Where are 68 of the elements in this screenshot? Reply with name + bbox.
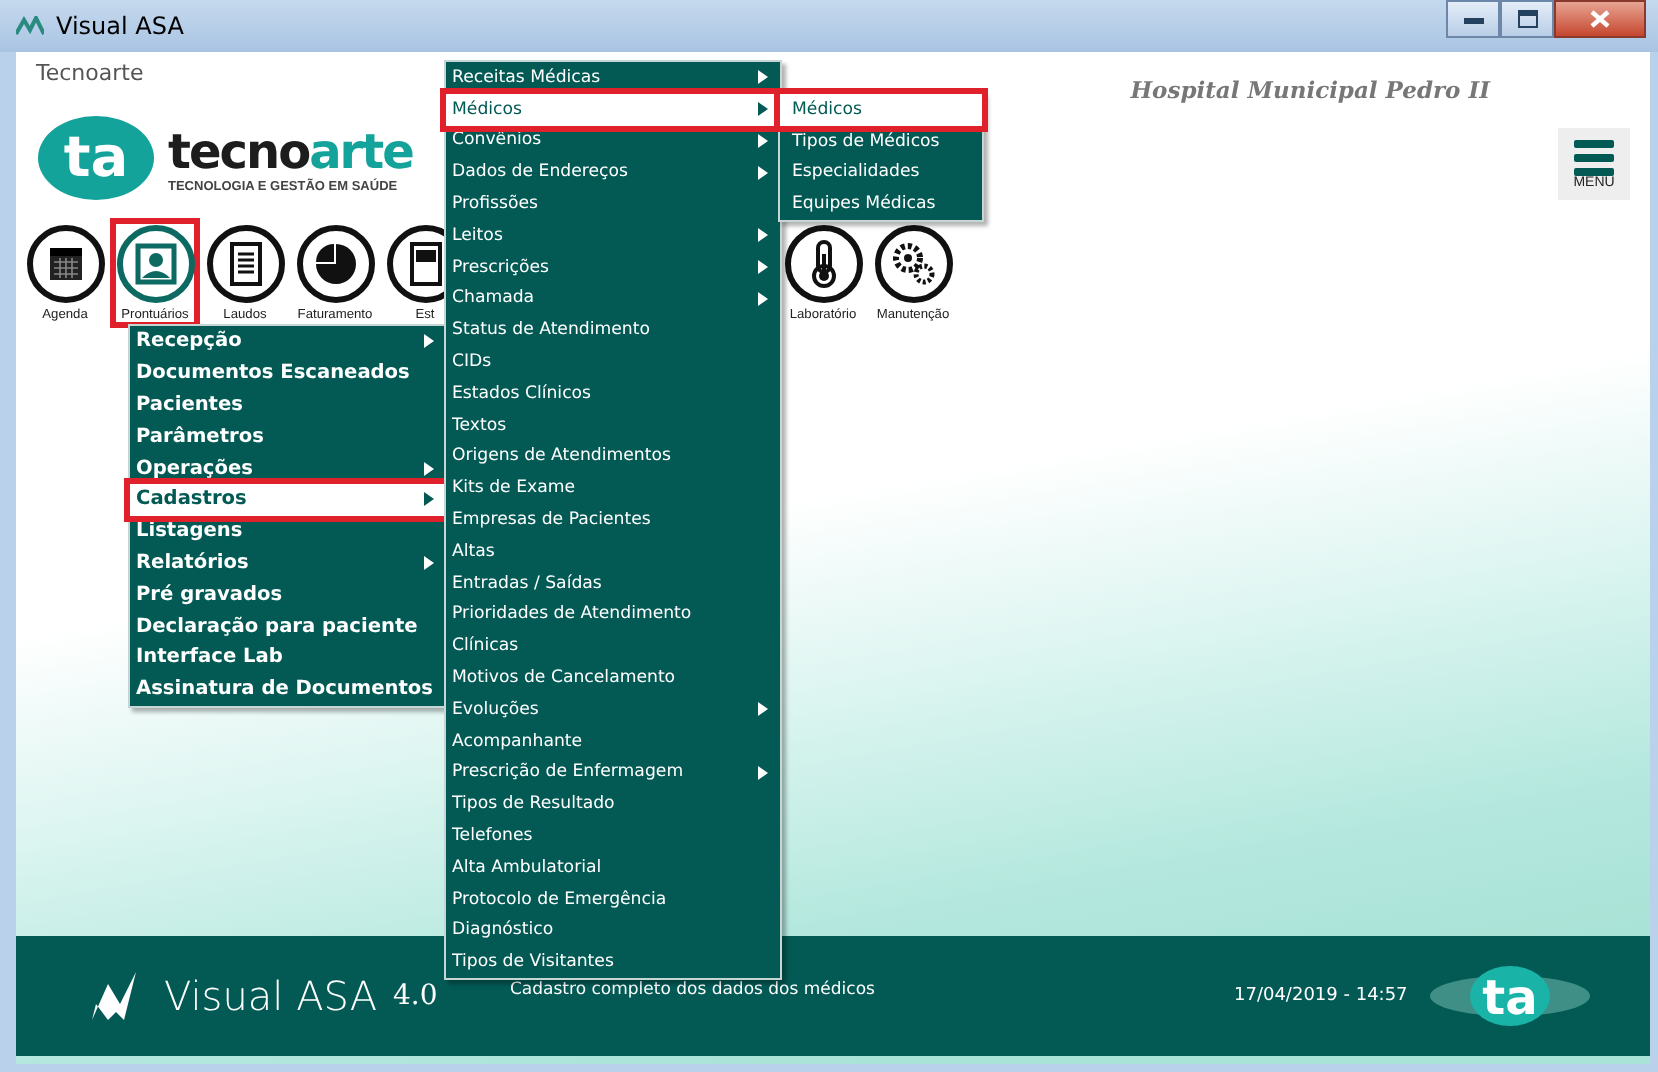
menu-item[interactable]: Assinatura de Documentos	[130, 673, 446, 706]
menu-item[interactable]: Pacientes	[130, 389, 446, 421]
minimize-button[interactable]	[1446, 0, 1500, 38]
menu-item[interactable]: Status de Atendimento	[446, 314, 780, 347]
menu-item[interactable]: Listagens	[130, 515, 446, 548]
gears-icon	[873, 224, 953, 304]
menu-item[interactable]: Leitos	[446, 219, 780, 252]
hospital-name: Hospital Municipal Pedro II	[1130, 76, 1490, 104]
menu-item[interactable]: Prescrição de Enfermagem	[446, 757, 780, 789]
date-time: 17/04/2019 - 14:57	[1234, 986, 1408, 1006]
close-button[interactable]	[1554, 0, 1646, 38]
menu-item[interactable]: Kits de Exame	[446, 472, 780, 505]
maximize-button[interactable]	[1500, 0, 1554, 38]
menu-item[interactable]: Médicos	[780, 94, 982, 126]
menu-item[interactable]: Declaração para paciente	[130, 610, 446, 642]
menu-item[interactable]: Estados Clínicos	[446, 377, 780, 410]
company-label: Tecnoarte	[36, 60, 144, 86]
menu-item[interactable]: Parâmetros	[130, 420, 446, 453]
menu-item[interactable]: Chamada	[446, 283, 780, 315]
menu-item[interactable]: Tipos de Médicos	[780, 125, 982, 158]
menu-item[interactable]: Especialidades	[780, 157, 982, 189]
menu-item[interactable]: Prioridades de Atendimento	[446, 599, 780, 631]
thermometer-icon	[783, 224, 863, 304]
logo-icon: ta	[36, 114, 156, 202]
menu-item[interactable]: Clínicas	[446, 630, 780, 663]
product-version: 4.0	[393, 980, 438, 1012]
menu-item[interactable]: Alta Ambulatorial	[446, 851, 780, 884]
menu-item[interactable]: Documentos Escaneados	[130, 357, 446, 390]
calendar-icon	[25, 224, 105, 304]
menu-item[interactable]: CIDs	[446, 346, 780, 378]
menu-item[interactable]: Diagnóstico	[446, 915, 780, 947]
menu-item[interactable]: Profissões	[446, 188, 780, 220]
menu-item[interactable]: Origens de Atendimentos	[446, 441, 780, 473]
menu-item[interactable]: Motivos de Cancelamento	[446, 662, 780, 694]
portrait-icon	[115, 224, 195, 304]
menu-item[interactable]: Textos	[446, 409, 780, 442]
menu-item[interactable]: Telefones	[446, 820, 780, 852]
app-icon	[16, 16, 44, 36]
menu-icon	[1574, 139, 1614, 175]
menu-item[interactable]: Pré gravados	[130, 578, 446, 611]
menu-item[interactable]: Equipes Médicas	[780, 188, 982, 221]
product-name: Visual ASA	[164, 972, 377, 1020]
maximize-icon	[1517, 10, 1537, 28]
menu-item[interactable]: Tipos de Visitantes	[446, 946, 780, 979]
document-icon	[205, 224, 285, 304]
menu-item[interactable]: Altas	[446, 535, 780, 568]
close-icon	[1590, 10, 1610, 28]
menu-item[interactable]: Interface Lab	[130, 641, 446, 674]
menu-item[interactable]: Convênios	[446, 125, 780, 157]
menu-item[interactable]: Protocolo de Emergência	[446, 883, 780, 916]
status-text: Cadastro completo dos dados dos médicos	[510, 980, 875, 1000]
menu-item[interactable]: Acompanhante	[446, 725, 780, 758]
menu-item[interactable]: Cadastros	[130, 483, 446, 516]
logo-wordmark: tecnoarte	[168, 123, 413, 179]
menu-item[interactable]: Dados de Endereços	[446, 156, 780, 189]
menu-item[interactable]: Recepção	[130, 326, 446, 358]
menu-item[interactable]: Operações	[130, 452, 446, 484]
menu-item[interactable]: Evoluções	[446, 693, 780, 726]
menu-item[interactable]: Entradas / Saídas	[446, 567, 780, 600]
menu-item[interactable]: Tipos de Resultado	[446, 788, 780, 821]
menu-item[interactable]: Receitas Médicas	[446, 62, 780, 94]
menu-item[interactable]: Empresas de Pacientes	[446, 504, 780, 536]
menu-item[interactable]: Médicos	[446, 93, 780, 126]
menu-item[interactable]: Prescrições	[446, 251, 780, 284]
window-title: Visual ASA	[56, 12, 184, 40]
menu-item[interactable]: Relatórios	[130, 547, 446, 579]
pie-chart-icon	[295, 224, 375, 304]
minimize-icon	[1463, 15, 1483, 23]
